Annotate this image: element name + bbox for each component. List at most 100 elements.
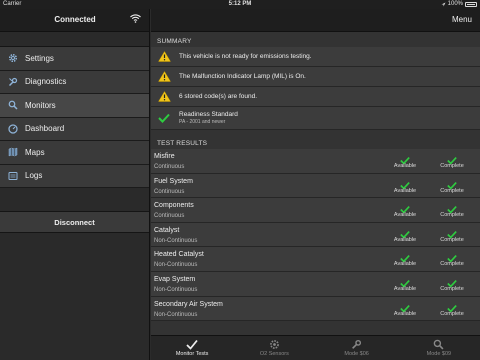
test-results-list: Misfire Continuous Available Complete Fuel S…	[151, 149, 480, 322]
test-name: Components	[154, 202, 194, 210]
test-type: Continuous	[154, 213, 185, 220]
search-icon	[8, 100, 18, 110]
sidebar: Connected Settings Diagnostics Monitors	[0, 9, 150, 360]
check-icon	[385, 201, 425, 214]
sidebar-item-diagnostics[interactable]: Diagnostics	[0, 70, 149, 94]
sidebar-item-dashboard[interactable]: Dashboard	[0, 117, 149, 141]
summary-row: The Malfunction Indicator Lamp (MIL) is …	[151, 67, 480, 87]
check-icon	[432, 152, 472, 165]
battery-icon	[465, 1, 477, 7]
status-label: Complete	[440, 285, 464, 292]
test-name: Heated Catalyst	[154, 251, 204, 259]
clock: 5:12 PM	[228, 1, 252, 7]
availability-status: Available	[385, 250, 425, 267]
check-icon	[432, 177, 472, 190]
tab-mode-09[interactable]: Mode $09	[398, 336, 480, 360]
status-right: 100%	[441, 1, 477, 7]
menu-button[interactable]: Menu	[452, 15, 472, 24]
summary-text: The Malfunction Indicator Lamp (MIL) is …	[179, 73, 306, 80]
connection-status: Connected	[54, 15, 96, 24]
disconnect-button[interactable]: Disconnect	[0, 211, 149, 233]
completion-status: Complete	[432, 250, 472, 267]
readiness-subtitle: PA - 2001 and newer	[179, 119, 226, 125]
sidebar-header: Connected	[0, 9, 149, 32]
check-icon	[385, 275, 425, 288]
status-label: Available	[393, 285, 417, 292]
tab-label: Monitor Tests	[175, 351, 209, 357]
check-icon	[385, 152, 425, 165]
test-row[interactable]: Heated Catalyst Non-Continuous Available Co…	[151, 247, 480, 272]
availability-status: Available	[385, 177, 425, 194]
sidebar-item-monitors[interactable]: Monitors	[0, 94, 149, 118]
test-name: Fuel System	[154, 177, 193, 185]
completion-status: Complete	[432, 226, 472, 243]
availability-status: Available	[385, 226, 425, 243]
summary-text: This vehicle is not ready for emissions …	[179, 53, 312, 60]
sidebar-item-label: Maps	[25, 147, 45, 157]
completion-status: Complete	[432, 201, 472, 218]
status-label: Available	[393, 236, 417, 243]
tab-monitor-tests[interactable]: Monitor Tests	[151, 336, 233, 360]
test-type: Non-Continuous	[154, 262, 198, 269]
availability-status: Available	[385, 201, 425, 218]
tab-mode-06[interactable]: Mode $06	[316, 336, 398, 360]
status-label: Available	[393, 212, 417, 219]
sidebar-item-label: Dashboard	[25, 124, 65, 134]
main-panel: Menu SUMMARY This vehicle is not ready f…	[151, 9, 480, 360]
completion-status: Complete	[432, 275, 472, 292]
tab-label: Mode $09	[426, 351, 452, 357]
test-type: Non-Continuous	[154, 237, 198, 244]
test-row[interactable]: Components Continuous Available Complete	[151, 198, 480, 223]
test-row[interactable]: Fuel System Continuous Available Complete	[151, 173, 480, 199]
check-icon	[432, 275, 472, 288]
readiness-row[interactable]: Readiness Standard PA - 2001 and newer	[151, 107, 480, 130]
summary-heading: SUMMARY	[157, 38, 192, 45]
test-name: Misfire	[154, 153, 175, 160]
status-label: Complete	[440, 212, 464, 219]
sidebar-item-settings[interactable]: Settings	[0, 47, 149, 71]
completion-status: Complete	[432, 300, 472, 317]
sidebar-item-maps[interactable]: Maps	[0, 141, 149, 165]
test-row[interactable]: Catalyst Non-Continuous Available Complete	[151, 222, 480, 248]
sidebar-menu: Settings Diagnostics Monitors Dashboard …	[0, 46, 149, 188]
check-icon	[385, 177, 425, 190]
warning-icon	[157, 71, 171, 83]
status-label: Available	[393, 187, 417, 194]
availability-status: Available	[385, 152, 425, 169]
completion-status: Complete	[432, 177, 472, 194]
sidebar-item-logs[interactable]: Logs	[0, 164, 149, 188]
check-icon	[385, 300, 425, 313]
check-icon	[385, 250, 425, 263]
availability-status: Available	[385, 275, 425, 292]
status-label: Complete	[440, 261, 464, 268]
status-label: Complete	[440, 236, 464, 243]
check-icon	[432, 300, 472, 313]
battery-percent: 100%	[447, 1, 463, 7]
status-label: Available	[393, 310, 417, 317]
wifi-icon	[130, 14, 141, 23]
main-header: Menu	[151, 9, 480, 32]
sidebar-item-label: Settings	[25, 53, 54, 63]
test-type: Continuous	[154, 188, 185, 195]
status-label: Available	[393, 163, 417, 169]
completion-status: Complete	[432, 152, 472, 169]
test-row[interactable]: Secondary Air System Non-Continuous Availa…	[151, 296, 480, 322]
summary-row: 6 stored code(s) are found.	[151, 87, 480, 107]
test-type: Continuous	[154, 164, 185, 170]
gauge-icon	[8, 124, 18, 134]
check-icon	[385, 226, 425, 239]
test-name: Catalyst	[154, 226, 180, 234]
status-label: Available	[393, 261, 417, 268]
readiness-text: Readiness Standard PA - 2001 and newer	[179, 111, 238, 125]
availability-status: Available	[385, 300, 425, 317]
wrench-icon	[8, 77, 18, 87]
sidebar-item-label: Diagnostics	[25, 77, 67, 87]
test-row[interactable]: Misfire Continuous Available Complete	[151, 149, 480, 174]
tab-o2-sensors[interactable]: O2 Sensors	[233, 336, 315, 360]
test-row[interactable]: Evap System Non-Continuous Available Comple…	[151, 271, 480, 297]
location-icon	[441, 2, 446, 6]
map-icon	[8, 147, 18, 157]
status-bar: Carrier 5:12 PM 100%	[0, 0, 480, 9]
test-name: Evap System	[154, 275, 196, 283]
warning-icon	[157, 51, 171, 63]
